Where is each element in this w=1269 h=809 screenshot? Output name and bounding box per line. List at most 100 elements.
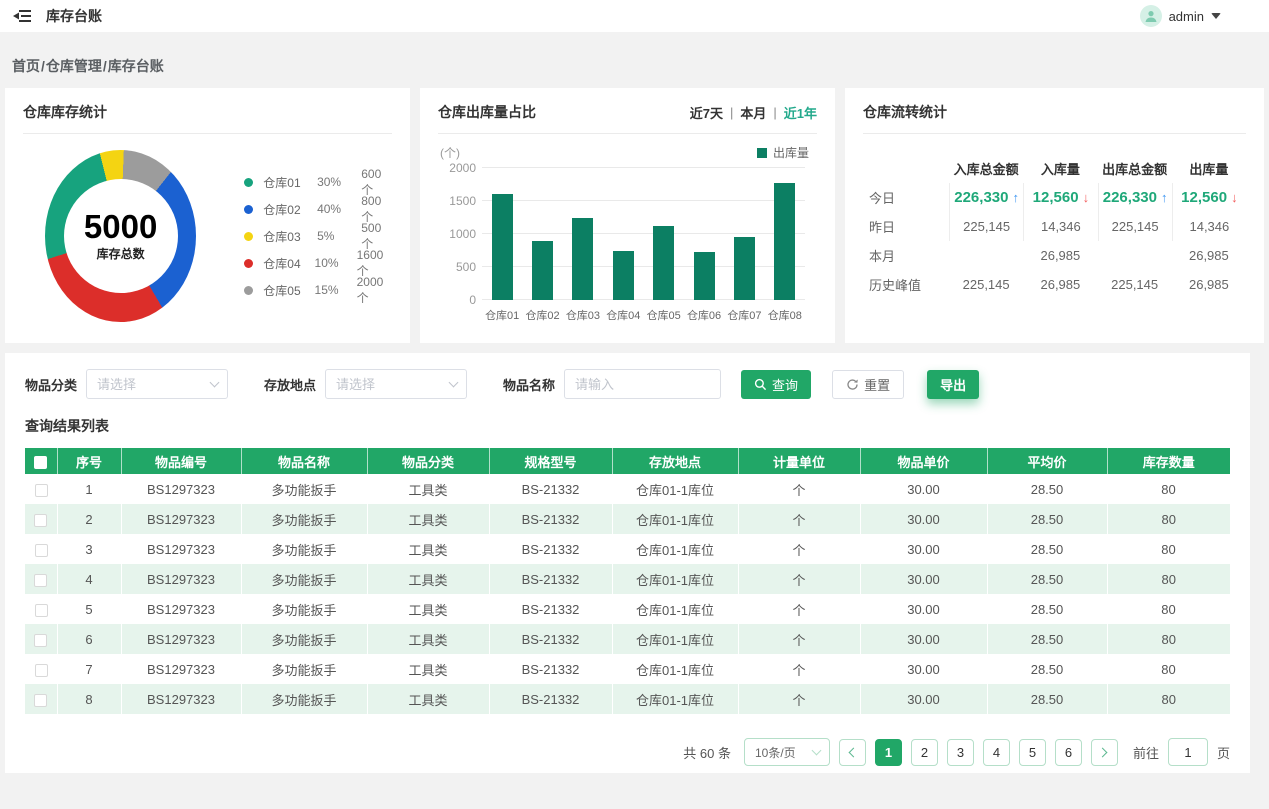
row-checkbox[interactable] bbox=[34, 694, 47, 707]
bar bbox=[532, 241, 553, 300]
collapse-menu-icon[interactable] bbox=[10, 4, 34, 28]
page-number-button[interactable]: 1 bbox=[875, 739, 902, 766]
column-header[interactable]: 物品编号 bbox=[121, 448, 241, 474]
row-checkbox-cell bbox=[25, 534, 57, 564]
next-page-button[interactable] bbox=[1091, 739, 1118, 766]
table-cell: BS-21332 bbox=[489, 474, 612, 504]
table-row[interactable]: 3BS1297323多功能扳手工具类BS-21332仓库01-1库位个30.00… bbox=[25, 534, 1230, 564]
table-row[interactable]: 1BS1297323多功能扳手工具类BS-21332仓库01-1库位个30.00… bbox=[25, 474, 1230, 504]
select-all-checkbox[interactable] bbox=[34, 456, 47, 469]
column-header[interactable]: 规格型号 bbox=[489, 448, 612, 474]
column-header[interactable]: 计量单位 bbox=[738, 448, 860, 474]
table-cell: BS1297323 bbox=[121, 564, 241, 594]
row-checkbox[interactable] bbox=[35, 484, 48, 497]
category-select-input[interactable] bbox=[86, 369, 228, 399]
legend-name: 仓库05 bbox=[263, 282, 314, 299]
column-header[interactable]: 序号 bbox=[57, 448, 121, 474]
bar-x-label: 仓库06 bbox=[687, 307, 721, 323]
row-checkbox[interactable] bbox=[35, 664, 48, 677]
breadcrumb-item[interactable]: 仓库管理 bbox=[46, 58, 102, 74]
category-select[interactable] bbox=[86, 369, 228, 399]
table-cell: 工具类 bbox=[367, 474, 489, 504]
card-title: 仓库库存统计 bbox=[23, 102, 107, 122]
row-checkbox-cell bbox=[25, 564, 57, 594]
page-number-button[interactable]: 5 bbox=[1019, 739, 1046, 766]
table-row[interactable]: 5BS1297323多功能扳手工具类BS-21332仓库01-1库位个30.00… bbox=[25, 594, 1230, 624]
table-row[interactable]: 4BS1297323多功能扳手工具类BS-21332仓库01-1库位个30.00… bbox=[25, 564, 1230, 594]
turnover-value: 26,985 bbox=[1040, 277, 1080, 292]
page-number-button[interactable]: 2 bbox=[911, 739, 938, 766]
row-checkbox[interactable] bbox=[34, 634, 47, 647]
chevron-right-icon bbox=[1098, 747, 1108, 757]
row-checkbox[interactable] bbox=[34, 574, 47, 587]
turnover-column-header: 出库量 bbox=[1172, 154, 1246, 183]
turnover-value-cell: 26,985 bbox=[1023, 241, 1097, 270]
page-number-button[interactable]: 3 bbox=[947, 739, 974, 766]
legend-color-dot bbox=[244, 286, 253, 295]
column-header[interactable]: 库存数量 bbox=[1107, 448, 1230, 474]
table-row[interactable]: 7BS1297323多功能扳手工具类BS-21332仓库01-1库位个30.00… bbox=[25, 654, 1230, 684]
item-name-input[interactable] bbox=[564, 369, 721, 399]
tab-last-7-days[interactable]: 近7天 bbox=[690, 103, 723, 122]
column-header[interactable]: 存放地点 bbox=[612, 448, 738, 474]
turnover-value-cell: 26,985 bbox=[1172, 270, 1246, 299]
legend-percent: 5% bbox=[317, 229, 361, 243]
row-checkbox-cell bbox=[25, 504, 57, 534]
tab-separator: | bbox=[730, 105, 733, 120]
chevron-left-icon bbox=[849, 747, 859, 757]
tab-this-month[interactable]: 本月 bbox=[740, 103, 766, 122]
page-numbers: 123456 bbox=[875, 739, 1082, 766]
legend-item[interactable]: 仓库0515%2000个 bbox=[244, 277, 392, 304]
row-checkbox[interactable] bbox=[35, 604, 48, 617]
table-cell: BS-21332 bbox=[489, 594, 612, 624]
table-cell: 28.50 bbox=[987, 504, 1107, 534]
tab-separator: | bbox=[773, 105, 776, 120]
turnover-value: 225,145 bbox=[1111, 277, 1158, 292]
legend-item[interactable]: 仓库035%500个 bbox=[244, 223, 392, 250]
arrow-up-icon: ↑ bbox=[1012, 190, 1019, 205]
prev-page-button[interactable] bbox=[839, 739, 866, 766]
table-row[interactable]: 2BS1297323多功能扳手工具类BS-21332仓库01-1库位个30.00… bbox=[25, 504, 1230, 534]
table-row[interactable]: 6BS1297323多功能扳手工具类BS-21332仓库01-1库位个30.00… bbox=[25, 624, 1230, 654]
table-cell: 仓库01-1库位 bbox=[612, 474, 738, 504]
outbound-volume-card: 仓库出库量占比 近7天|本月|近1年 (个) 出库量 0500100015002… bbox=[420, 88, 835, 343]
y-axis-unit-label: (个) bbox=[440, 144, 460, 161]
table-cell: BS-21332 bbox=[489, 534, 612, 564]
legend-swatch bbox=[757, 148, 767, 158]
bar-chart: (个) 出库量 0500100015002000仓库01仓库02仓库03仓库04… bbox=[438, 136, 817, 332]
location-select[interactable] bbox=[325, 369, 467, 399]
legend-item[interactable]: 仓库0410%1600个 bbox=[244, 250, 392, 277]
table-cell: 仓库01-1库位 bbox=[612, 654, 738, 684]
column-header[interactable]: 物品名称 bbox=[241, 448, 367, 474]
bar-column: 仓库08 bbox=[765, 168, 805, 300]
row-checkbox[interactable] bbox=[34, 514, 47, 527]
legend-color-dot bbox=[244, 205, 253, 214]
donut-chart: 5000 库存总数 bbox=[45, 150, 196, 322]
column-header[interactable]: 物品单价 bbox=[860, 448, 987, 474]
page-number-button[interactable]: 6 bbox=[1055, 739, 1082, 766]
table-row[interactable]: 8BS1297323多功能扳手工具类BS-21332仓库01-1库位个30.00… bbox=[25, 684, 1230, 714]
avatar bbox=[1140, 5, 1162, 27]
tab-last-year[interactable]: 近1年 bbox=[784, 103, 817, 122]
row-checkbox[interactable] bbox=[35, 544, 48, 557]
table-cell: 个 bbox=[738, 564, 860, 594]
table-cell: 30.00 bbox=[860, 654, 987, 684]
location-select-input[interactable] bbox=[325, 369, 467, 399]
legend-item[interactable]: 仓库0240%800个 bbox=[244, 196, 392, 223]
reset-button[interactable]: 重置 bbox=[832, 370, 904, 399]
goto-page-input[interactable] bbox=[1168, 738, 1208, 766]
page-size-select[interactable] bbox=[744, 738, 830, 766]
table-cell: 30.00 bbox=[860, 684, 987, 714]
user-menu[interactable]: admin bbox=[1140, 5, 1221, 27]
bar-chart-legend[interactable]: 出库量 bbox=[757, 144, 809, 161]
breadcrumb-item[interactable]: 首页 bbox=[12, 58, 40, 74]
export-button[interactable]: 导出 bbox=[927, 370, 979, 399]
bar bbox=[572, 218, 593, 301]
column-header[interactable]: 物品分类 bbox=[367, 448, 489, 474]
page-number-button[interactable]: 4 bbox=[983, 739, 1010, 766]
column-header[interactable]: 平均价 bbox=[987, 448, 1107, 474]
table-cell: 仓库01-1库位 bbox=[612, 594, 738, 624]
legend-item[interactable]: 仓库0130%600个 bbox=[244, 169, 392, 196]
turnover-column-header: 入库总金额 bbox=[949, 154, 1023, 183]
search-button[interactable]: 查询 bbox=[741, 370, 811, 399]
